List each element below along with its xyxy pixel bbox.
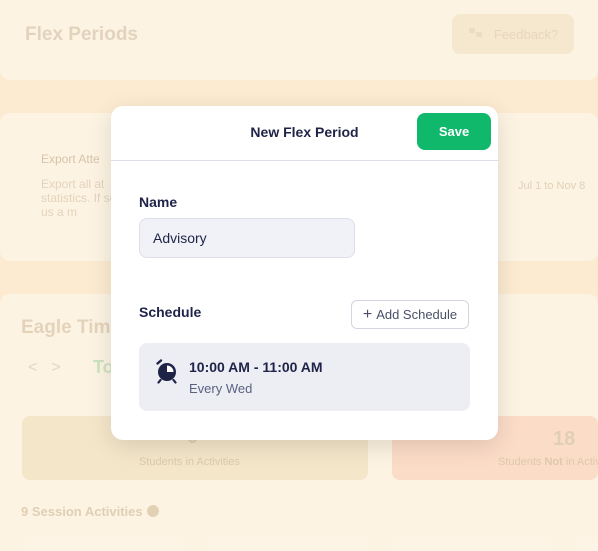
export-date-range[interactable]: Jul 1 to Nov 8 [518, 180, 585, 192]
plus-icon: + [362, 305, 373, 323]
schedule-label: Schedule [139, 304, 202, 320]
session-activities-heading: 9 Session Activities [21, 504, 159, 519]
name-input[interactable] [139, 218, 355, 258]
add-schedule-label: Add Schedule [376, 307, 458, 322]
schedule-item[interactable]: 10:00 AM - 11:00 AM Every Wed [139, 343, 470, 411]
save-button[interactable]: Save [417, 113, 491, 150]
schedule-time: 10:00 AM - 11:00 AM [189, 359, 323, 375]
new-flex-period-modal: New Flex Period Save Name Schedule + Add… [111, 106, 498, 440]
alarm-clock-icon [155, 358, 179, 389]
chevron-left-icon[interactable]: < [28, 359, 51, 376]
chevron-right-icon[interactable]: > [51, 359, 74, 376]
add-schedule-button[interactable]: + Add Schedule [351, 300, 469, 329]
export-title: Export Atte [41, 152, 100, 166]
name-label: Name [139, 194, 178, 210]
feedback-button[interactable]: Feedback? [452, 14, 574, 54]
stat-label: Students in Activities [139, 456, 240, 468]
activity-card [576, 535, 598, 551]
stat-value: 18 [553, 428, 576, 450]
feedback-icon [468, 27, 484, 42]
sessions-title: Eagle Tim [21, 317, 111, 338]
schedule-recurrence: Every Wed [189, 381, 253, 396]
activity-card [22, 535, 184, 551]
page-header: Flex Periods Feedback? [0, 0, 598, 80]
feedback-label: Feedback? [493, 26, 559, 42]
page-title: Flex Periods [25, 24, 138, 45]
info-icon[interactable] [146, 505, 159, 517]
date-nav: <> [28, 359, 75, 377]
activity-card [390, 535, 552, 551]
divider [111, 160, 498, 161]
stat-label: Students Not in Activ [498, 456, 598, 468]
activity-card [206, 535, 368, 551]
